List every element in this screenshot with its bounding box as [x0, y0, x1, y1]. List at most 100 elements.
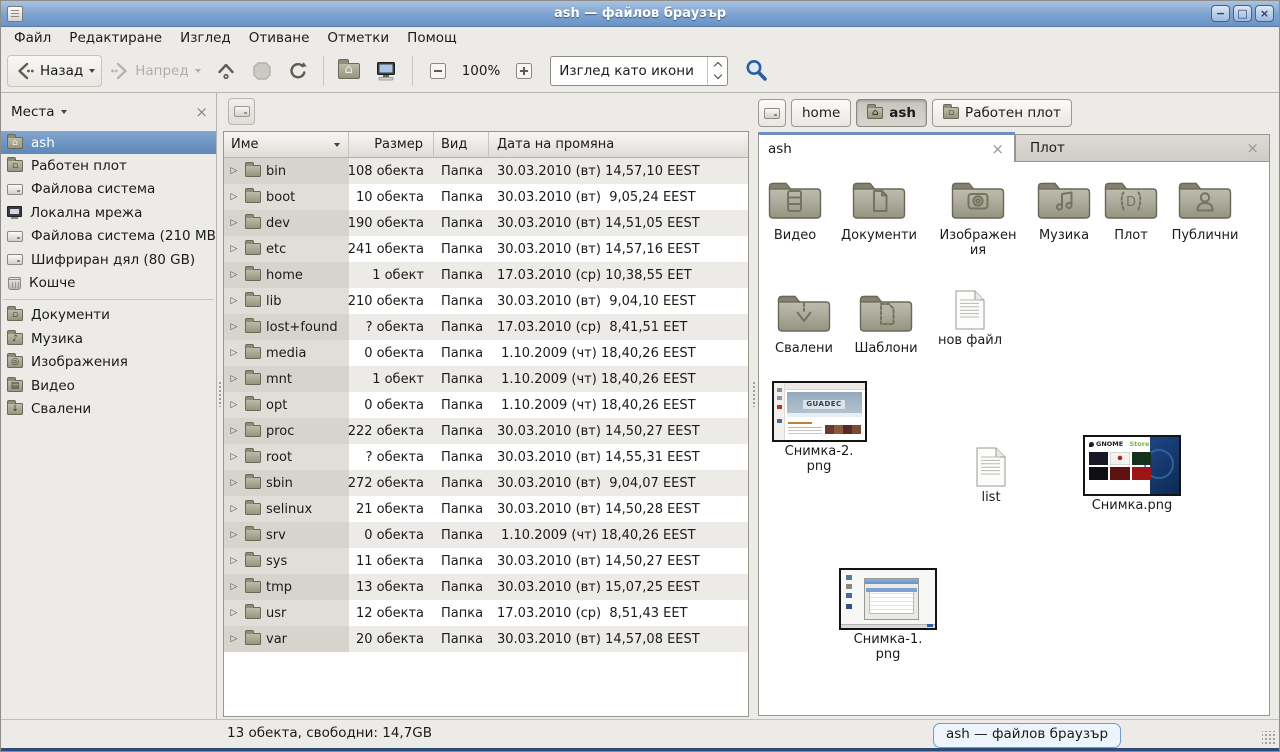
sidebar-item-desktop[interactable]: Работен плот — [1, 154, 216, 177]
tree-row-root[interactable]: ▷root? обектаПапка30.03.2010 (вт) 14,55,… — [224, 444, 748, 470]
sidebar-item-documents[interactable]: Документи — [1, 304, 216, 327]
sidebar-item-ash[interactable]: ash — [1, 131, 216, 154]
file-item-downloads[interactable]: Свалени — [758, 289, 850, 356]
expander-icon[interactable]: ▷ — [228, 426, 240, 436]
tree-row-boot[interactable]: ▷boot10 обектаПапка30.03.2010 (вт) 9,05,… — [224, 184, 748, 210]
tree-row-lib[interactable]: ▷lib210 обектаПапка30.03.2010 (вт) 9,04,… — [224, 288, 748, 314]
reload-button[interactable] — [280, 55, 316, 87]
tree-row-home[interactable]: ▷home1 обектПапка17.03.2010 (ср) 10,38,5… — [224, 262, 748, 288]
tree-row-opt[interactable]: ▷opt0 обектаПапка 1.10.2009 (чт) 18,40,2… — [224, 392, 748, 418]
expander-icon[interactable]: ▷ — [228, 634, 240, 644]
file-item-snimka-2[interactable]: GUADECСнимка-2.​png — [781, 381, 857, 475]
tab-desktop[interactable]: Плот× — [1015, 134, 1270, 161]
breadcrumb-ash[interactable]: ash — [856, 99, 927, 127]
tree-row-selinux[interactable]: ▷selinux21 обектаПапка30.03.2010 (вт) 14… — [224, 496, 748, 522]
file-item-templates[interactable]: Шаблони — [840, 289, 932, 356]
expander-icon[interactable]: ▷ — [228, 608, 240, 618]
sidebar-item-encrypted-80gb[interactable]: Шифриран дял (80 GB) — [1, 248, 216, 271]
close-button[interactable]: × — [1255, 5, 1274, 22]
expander-icon[interactable]: ▷ — [228, 400, 240, 410]
expander-icon[interactable]: ▷ — [228, 218, 240, 228]
zoom-in-button[interactable] — [506, 55, 542, 87]
tree-row-mnt[interactable]: ▷mnt1 обектПапка 1.10.2009 (чт) 18,40,26… — [224, 366, 748, 392]
tab-ash[interactable]: ash× — [758, 132, 1015, 162]
expander-icon[interactable]: ▷ — [228, 582, 240, 592]
tree-row-sbin[interactable]: ▷sbin272 обектаПапка30.03.2010 (вт) 9,04… — [224, 470, 748, 496]
sidebar-item-trash[interactable]: Кошче — [1, 271, 216, 294]
sidebar-item-pictures[interactable]: Изображения — [1, 351, 216, 374]
sidebar-close-icon[interactable]: × — [195, 105, 208, 119]
expander-icon[interactable]: ▷ — [228, 348, 240, 358]
sidebar-item-music[interactable]: Музика — [1, 327, 216, 350]
tree-row-etc[interactable]: ▷etc241 обектаПапка30.03.2010 (вт) 14,57… — [224, 236, 748, 262]
tree-pane-resize-handle[interactable] — [749, 93, 758, 719]
breadcrumb-home[interactable]: home — [791, 99, 851, 127]
menu-file[interactable]: Файл — [5, 28, 60, 48]
sidebar-item-downloads[interactable]: Свалени — [1, 397, 216, 420]
tree-row-lost+found[interactable]: ▷lost+found? обектаПапка17.03.2010 (ср) … — [224, 314, 748, 340]
file-item-new-file[interactable]: нов файл — [924, 289, 1016, 348]
column-header-size[interactable]: Размер — [349, 132, 434, 157]
zoom-out-button[interactable] — [420, 55, 456, 87]
back-button[interactable]: Назад — [7, 55, 102, 87]
tree-row-tmp[interactable]: ▷tmp13 обектаПапка30.03.2010 (вт) 15,07,… — [224, 574, 748, 600]
file-item-snimka-1[interactable]: Снимка-1.​png — [850, 568, 926, 663]
file-item-public[interactable]: Публични — [1159, 176, 1251, 243]
view-mode-spinner-icon[interactable] — [707, 57, 727, 85]
file-item-video[interactable]: Видео — [758, 176, 841, 243]
sidebar-title-caret-icon[interactable] — [61, 110, 67, 114]
expander-icon[interactable]: ▷ — [228, 556, 240, 566]
expander-icon[interactable]: ▷ — [228, 452, 240, 462]
expander-icon[interactable]: ▷ — [228, 166, 240, 176]
expander-icon[interactable]: ▷ — [228, 296, 240, 306]
breadcrumb-root[interactable] — [758, 99, 786, 127]
expander-icon[interactable]: ▷ — [228, 244, 240, 254]
expander-icon[interactable]: ▷ — [228, 478, 240, 488]
titlebar[interactable]: ash — файлов браузър − □ × — [1, 1, 1279, 27]
tree-row-usr[interactable]: ▷usr12 обектаПапка17.03.2010 (ср) 8,51,4… — [224, 600, 748, 626]
sidebar-resize-handle[interactable] — [216, 93, 223, 719]
up-button[interactable] — [208, 55, 244, 87]
sidebar-item-filesystem-210mb[interactable]: Файлова система (210 MB) — [1, 225, 216, 248]
menu-edit[interactable]: Редактиране — [60, 28, 171, 48]
sidebar-item-video[interactable]: Видео — [1, 374, 216, 397]
menu-view[interactable]: Изглед — [171, 28, 240, 48]
column-header-name[interactable]: Име — [224, 132, 349, 157]
tab-close-icon[interactable]: × — [1246, 139, 1259, 157]
tree-row-media[interactable]: ▷media0 обектаПапка 1.10.2009 (чт) 18,40… — [224, 340, 748, 366]
tree-row-bin[interactable]: ▷bin108 обектаПапка30.03.2010 (вт) 14,57… — [224, 158, 748, 184]
forward-button[interactable]: Напред — [102, 55, 207, 87]
view-mode-select[interactable]: Изглед като икони — [550, 56, 728, 86]
file-item-pictures[interactable]: Изображен​ия — [933, 176, 1023, 259]
back-history-caret-icon[interactable] — [89, 69, 95, 73]
file-item-desktop[interactable]: DПлот — [1093, 176, 1169, 243]
menu-bookmarks[interactable]: Отметки — [318, 28, 398, 48]
sidebar-item-filesystem[interactable]: Файлова система — [1, 178, 216, 201]
sidebar-item-local-network[interactable]: Локална мрежа — [1, 201, 216, 224]
expander-icon[interactable]: ▷ — [228, 504, 240, 514]
breadcrumb-desktop[interactable]: Работен плот — [932, 99, 1072, 127]
file-item-documents[interactable]: Документи — [833, 176, 925, 243]
column-header-date[interactable]: Дата на промяна — [489, 132, 748, 157]
tree-row-var[interactable]: ▷var20 обектаПапка30.03.2010 (вт) 14,57,… — [224, 626, 748, 652]
tree-row-srv[interactable]: ▷srv0 обектаПапка 1.10.2009 (чт) 18,40,2… — [224, 522, 748, 548]
expander-icon[interactable]: ▷ — [228, 192, 240, 202]
expander-icon[interactable]: ▷ — [228, 530, 240, 540]
tree-root-button[interactable] — [228, 98, 255, 125]
maximize-button[interactable]: □ — [1233, 5, 1252, 22]
minimize-button[interactable]: − — [1211, 5, 1230, 22]
expander-icon[interactable]: ▷ — [228, 270, 240, 280]
menu-go[interactable]: Отиване — [240, 28, 319, 48]
file-item-snimka[interactable]: GNOME StoreСнимка.png — [1080, 435, 1184, 513]
file-item-list[interactable]: list — [945, 446, 1037, 505]
home-button[interactable] — [331, 55, 367, 87]
tree-row-dev[interactable]: ▷dev190 обектаПапка30.03.2010 (вт) 14,51… — [224, 210, 748, 236]
search-button[interactable] — [736, 55, 777, 87]
tree-row-proc[interactable]: ▷proc222 обектаПапка30.03.2010 (вт) 14,5… — [224, 418, 748, 444]
expander-icon[interactable]: ▷ — [228, 374, 240, 384]
computer-button[interactable] — [367, 55, 405, 87]
resize-grip[interactable] — [1262, 731, 1276, 745]
menu-help[interactable]: Помощ — [398, 28, 466, 48]
tree-row-sys[interactable]: ▷sys11 обектаПапка30.03.2010 (вт) 14,50,… — [224, 548, 748, 574]
stop-button[interactable] — [244, 55, 280, 87]
